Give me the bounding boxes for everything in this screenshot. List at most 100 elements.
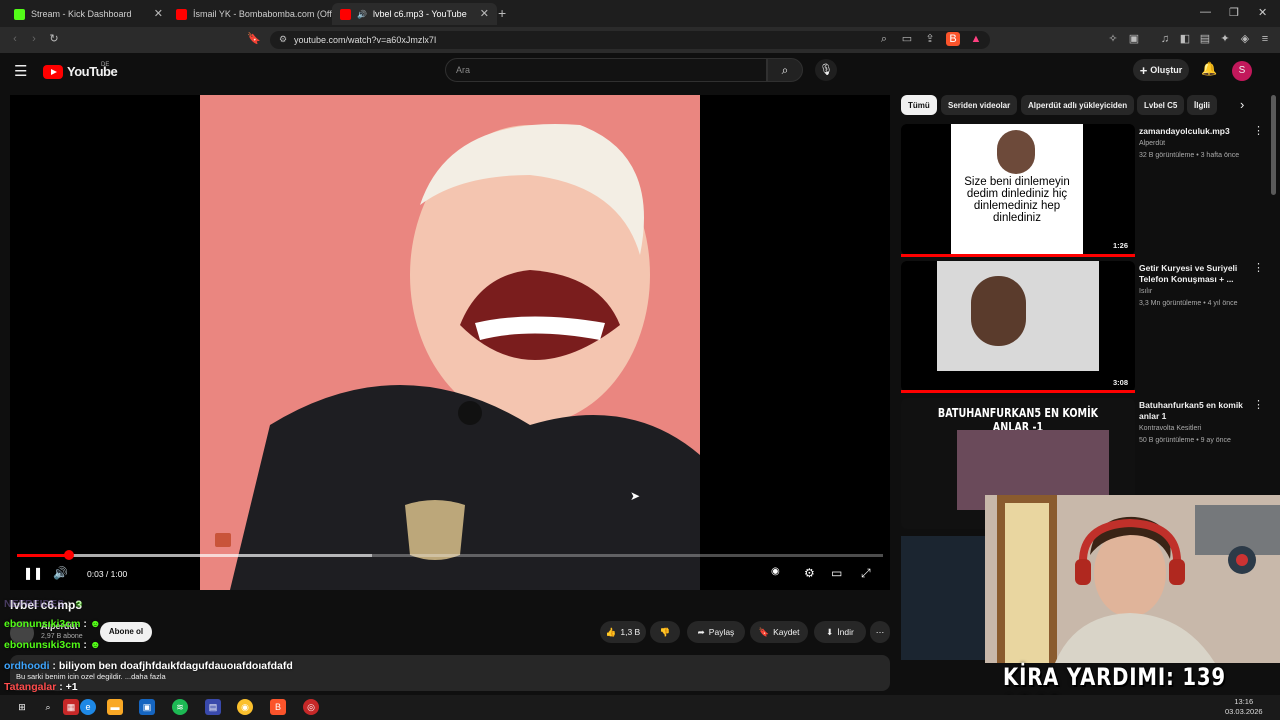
- share-arrow-icon: ➦: [697, 626, 705, 637]
- start-icon[interactable]: ⊞: [14, 699, 30, 715]
- share-icon[interactable]: ⇪: [923, 32, 937, 46]
- share-button[interactable]: ➦ Paylaş: [687, 621, 745, 643]
- store-icon[interactable]: ▣: [139, 699, 155, 715]
- youtube-icon: [176, 8, 187, 20]
- reload-icon[interactable]: ↻: [47, 32, 61, 46]
- download-button[interactable]: ⬇ İndir: [814, 621, 866, 643]
- search-input[interactable]: Ara: [445, 58, 767, 82]
- thumbs-up-icon: 👍: [605, 626, 617, 637]
- app-icon[interactable]: ▦: [63, 699, 79, 715]
- zoom-icon[interactable]: ⌕: [877, 32, 891, 46]
- chevron-right-icon[interactable]: ›: [1240, 97, 1244, 112]
- thumbnail-face: [997, 130, 1035, 174]
- sidebar-scrollbar[interactable]: [1271, 95, 1276, 195]
- theater-mode-icon[interactable]: ▭: [831, 566, 842, 580]
- bookmark-icon[interactable]: 🔖: [247, 32, 261, 46]
- chip-all[interactable]: Tümü: [901, 95, 937, 115]
- recommendation-title[interactable]: zamandayolculuk.mp3: [1139, 126, 1251, 137]
- recommendation-thumbnail[interactable]: [901, 536, 985, 660]
- plus-icon: +: [1139, 62, 1148, 78]
- video-frame[interactable]: [200, 95, 700, 590]
- tab-kick-dashboard[interactable]: Stream - Kick Dashboard ✕: [6, 3, 171, 25]
- new-tab-icon[interactable]: +: [498, 5, 506, 21]
- recommendation-title[interactable]: Batuhanfurkan5 en komik anlar 1: [1139, 400, 1251, 422]
- tab-lvbel-youtube[interactable]: 🔊 lvbel c6.mp3 - YouTube ✕: [332, 3, 497, 25]
- windows-taskbar: [0, 695, 1280, 720]
- recommendation-channel[interactable]: Isılır: [1139, 286, 1152, 297]
- recommendation-channel[interactable]: Alperdüt: [1139, 138, 1165, 149]
- media-icon[interactable]: ♫: [1158, 32, 1172, 46]
- cast-icon[interactable]: ▭: [900, 32, 914, 46]
- rewards-icon[interactable]: ▲: [969, 32, 983, 46]
- chip-series[interactable]: Seriden videolar: [941, 95, 1018, 115]
- back-icon[interactable]: ‹: [8, 32, 22, 46]
- download-label: İndir: [837, 627, 854, 637]
- webcam-overlay: [985, 495, 1280, 663]
- restore-icon[interactable]: ❐: [1229, 6, 1239, 19]
- account-avatar[interactable]: S: [1232, 61, 1252, 81]
- clock-time: 13:16: [1234, 697, 1254, 706]
- site-info-icon[interactable]: ⚙: [276, 32, 290, 46]
- recommendation-thumbnail[interactable]: Size beni dinlemeyin dedim dinlediniz hi…: [901, 124, 1135, 255]
- emote-icon: ☻: [73, 598, 85, 610]
- chrome-icon[interactable]: ◉: [237, 699, 253, 715]
- clock-date: 03.03.2026: [1225, 707, 1263, 716]
- forward-icon[interactable]: ›: [27, 32, 41, 46]
- file-explorer-icon[interactable]: ▬: [107, 699, 123, 715]
- wallet-icon[interactable]: ▣: [1127, 32, 1141, 46]
- more-vertical-icon[interactable]: ⋮: [1253, 398, 1264, 411]
- edge-icon[interactable]: e: [80, 699, 96, 715]
- notifications-bell-icon[interactable]: 🔔: [1201, 61, 1217, 77]
- like-count: 1,3 B: [620, 627, 641, 637]
- recommendation-thumbnail[interactable]: 3:08: [901, 261, 1135, 392]
- vpn-icon[interactable]: ◈: [1238, 32, 1252, 46]
- dislike-button[interactable]: 👎: [650, 621, 680, 643]
- search-button[interactable]: ⌕: [767, 58, 803, 82]
- autoplay-toggle-icon[interactable]: ◉: [771, 566, 780, 577]
- close-icon[interactable]: ✕: [480, 7, 489, 20]
- duration-badge: 1:26: [1109, 240, 1131, 251]
- minimize-icon[interactable]: —: [1200, 6, 1211, 18]
- settings-gear-icon[interactable]: ⚙: [804, 566, 815, 580]
- leo-ai-icon[interactable]: ✦: [1218, 32, 1232, 46]
- save-button[interactable]: 🔖 Kaydet: [750, 621, 808, 643]
- watermark-icon: [215, 533, 231, 547]
- chip-related[interactable]: İlgili: [1187, 95, 1217, 115]
- window-close-icon[interactable]: ✕: [1258, 6, 1267, 19]
- calculator-icon[interactable]: ▤: [205, 699, 221, 715]
- more-vertical-icon[interactable]: ⋮: [1253, 124, 1264, 137]
- video-content-image: [200, 95, 700, 590]
- recommendation-meta: 32 B görüntüleme • 3 hafta önce: [1139, 152, 1240, 159]
- brave-shield-icon[interactable]: B: [946, 32, 960, 46]
- volume-icon[interactable]: 🔊: [53, 566, 68, 580]
- close-icon[interactable]: ✕: [154, 7, 163, 20]
- tab-ismail-yk[interactable]: İsmail YK - Bombabomba.com (Offic: [168, 3, 333, 25]
- search-taskbar-icon[interactable]: ⌕: [40, 699, 56, 715]
- sidebar-icon[interactable]: ◧: [1178, 32, 1192, 46]
- speaker-icon: 🔊: [357, 9, 367, 19]
- create-button[interactable]: + Oluştur: [1133, 59, 1189, 81]
- progress-scrubber-handle[interactable]: [63, 550, 74, 560]
- pause-icon[interactable]: ❚❚: [23, 566, 43, 580]
- spotify-icon[interactable]: ≋: [172, 699, 188, 715]
- voice-search-button[interactable]: 🎙: [815, 59, 837, 81]
- youtube-play-icon: [43, 64, 63, 79]
- more-vertical-icon[interactable]: ⋮: [1253, 261, 1264, 274]
- wallet2-icon[interactable]: ▤: [1198, 32, 1212, 46]
- brave-icon[interactable]: B: [270, 699, 286, 715]
- chat-message: Tatangalar : +1: [4, 681, 78, 693]
- more-actions-button[interactable]: ⋯: [870, 621, 890, 643]
- fullscreen-icon[interactable]: ⤢: [861, 566, 871, 581]
- kick-icon: [14, 8, 25, 20]
- extensions-icon[interactable]: ✧: [1106, 32, 1120, 46]
- chat-message: ordhoodi : biliyom ben doafjhfdaıkfdaguf…: [4, 660, 293, 672]
- obs-icon[interactable]: ◎: [303, 699, 319, 715]
- hamburger-menu-icon[interactable]: ☰: [14, 62, 27, 80]
- chip-uploader[interactable]: Alperdüt adlı yükleyiciden: [1021, 95, 1135, 115]
- browser-menu-icon[interactable]: ≡: [1258, 32, 1272, 46]
- chat-text: +1: [65, 681, 78, 693]
- chip-lvbel[interactable]: Lvbel C5: [1137, 95, 1185, 115]
- recommendation-channel[interactable]: Kontravolta Kesitleri: [1139, 423, 1201, 434]
- recommendation-title[interactable]: Getir Kuryesi ve Suriyeli Telefon Konuşm…: [1139, 263, 1251, 285]
- like-button[interactable]: 👍 1,3 B: [600, 621, 646, 643]
